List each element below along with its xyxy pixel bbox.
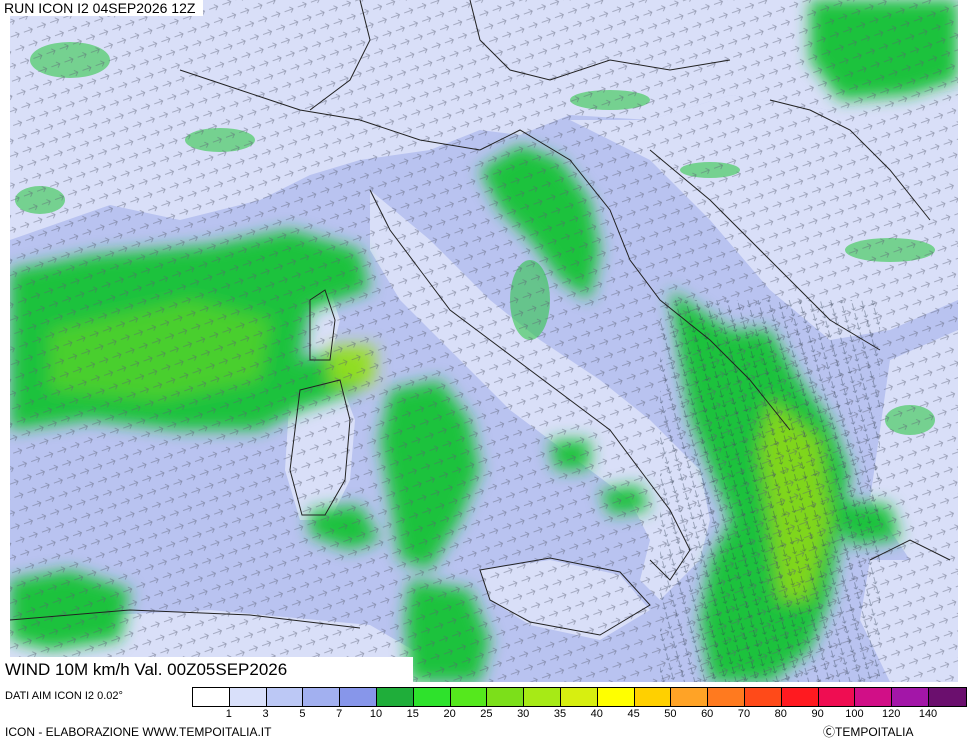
scale-cell (450, 688, 488, 706)
scale-cell (671, 688, 709, 706)
scale-cell (781, 688, 819, 706)
scale-cell (560, 688, 598, 706)
run-label: RUN ICON I2 04SEP2026 12Z (4, 0, 204, 16)
scale-cell (818, 688, 856, 706)
scale-tick-label: 50 (664, 708, 677, 720)
scale-tick-label: 140 (918, 708, 938, 720)
scale-cell (413, 688, 451, 706)
scale-tick-label: 35 (553, 708, 567, 720)
scale-tick-label: 120 (882, 708, 901, 720)
credits: ICON - ELABORAZIONE WWW.TEMPOITALIA.IT (5, 725, 272, 739)
scale-tick-label: 10 (369, 708, 383, 720)
scale-tick-label: 15 (406, 708, 419, 720)
scale-tick-label: 30 (517, 708, 530, 720)
source-note: DATI AIM ICON I2 0.02° (5, 690, 123, 702)
scale-cell (487, 688, 525, 706)
scale-tick-label: 5 (299, 708, 306, 720)
scale-cell (634, 688, 672, 706)
scale-tick-label: 20 (443, 708, 456, 720)
scale-tick-label: 80 (774, 708, 787, 720)
scale-cell (266, 688, 304, 706)
scale-tick-label: 45 (627, 708, 640, 720)
wind-arrows-adriatic (660, 300, 880, 682)
scale-cell (708, 688, 745, 706)
color-scale (192, 687, 967, 707)
scale-cell (855, 688, 893, 706)
scale-cell (376, 688, 414, 706)
scale-tick-label: 7 (336, 708, 343, 720)
scale-cell (597, 688, 635, 706)
scale-tick-label: 40 (590, 708, 603, 720)
map-canvas (10, 0, 958, 682)
scale-cell (229, 688, 267, 706)
map-title: WIND 10M km/h Val. 00Z05SEP2026 (0, 657, 413, 683)
scale-cell (892, 688, 929, 706)
scale-cell (340, 688, 377, 706)
scale-cell (193, 688, 230, 706)
scale-tick-label: 90 (811, 708, 824, 720)
tempoitalia-logo: ⒸTEMPOITALIA (823, 725, 914, 739)
scale-cell (524, 688, 561, 706)
scale-tick-label: 70 (737, 708, 751, 720)
scale-tick-label: 60 (701, 708, 714, 720)
scale-ticks: 1 3 5 7 10 15 20 25 30 35 40 45 50 60 70 80 90 100 120 140 (192, 708, 965, 722)
scale-tick-label: 100 (845, 708, 864, 720)
scale-cell (744, 688, 782, 706)
wind-map (10, 0, 958, 682)
scale-cell (928, 688, 966, 706)
scale-tick-label: 25 (480, 708, 493, 720)
scale-tick-label: 1 (225, 708, 232, 720)
scale-cell (303, 688, 341, 706)
scale-tick-label: 3 (262, 708, 269, 720)
